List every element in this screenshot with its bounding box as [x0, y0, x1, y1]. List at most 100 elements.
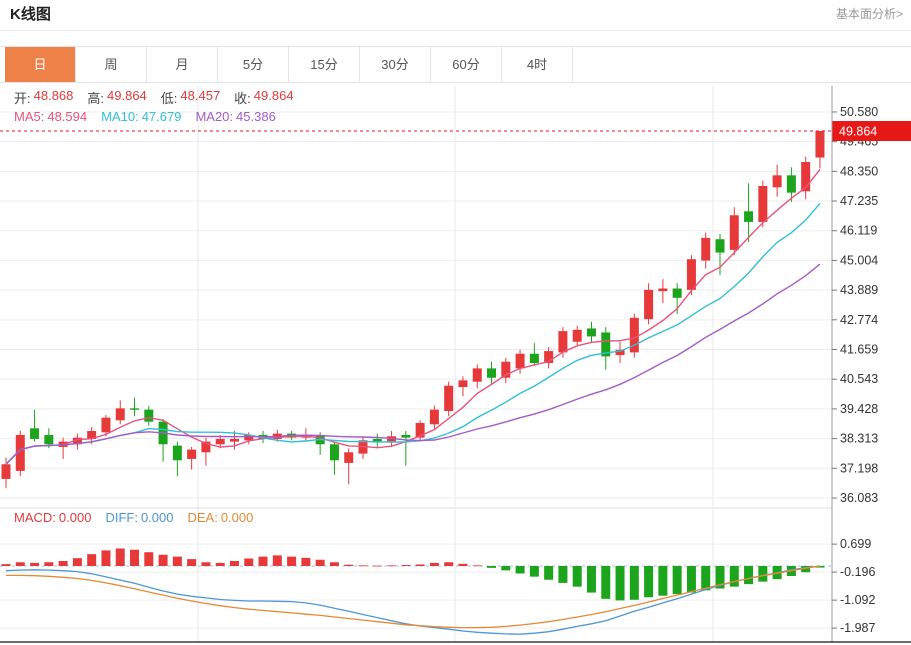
price-axis-label: 42.774: [840, 313, 878, 327]
macd-bar: [316, 560, 325, 566]
candle: [216, 439, 225, 444]
macd-bar: [673, 566, 682, 594]
macd-histogram-group: [2, 548, 825, 600]
ma10-label: MA10:: [101, 109, 139, 124]
macd-axis-label: -1.987: [840, 621, 875, 635]
price-axis-label: 46.119: [840, 224, 877, 238]
fundamental-analysis-link[interactable]: 基本面分析>: [836, 0, 903, 28]
macd-bar: [387, 565, 396, 566]
macd-bar: [244, 558, 253, 566]
open-label: 开:: [14, 88, 31, 107]
tab-4hour[interactable]: 4时: [502, 47, 573, 82]
low-quote: 低:48.457: [161, 88, 220, 107]
macd-bar: [558, 566, 567, 583]
open-value: 48.868: [34, 88, 74, 107]
candle: [758, 186, 767, 222]
macd-bar: [201, 562, 210, 566]
macd-bar: [259, 557, 268, 566]
ma20-label: MA20:: [195, 109, 233, 124]
candle: [130, 408, 139, 409]
tab-month[interactable]: 月: [147, 47, 218, 82]
macd-bar: [359, 565, 368, 566]
macd-bar: [416, 564, 425, 566]
macd-bar: [458, 564, 467, 566]
candle: [187, 450, 196, 459]
macd-bar: [530, 566, 539, 577]
period-tab-bar: 日周月5分15分30分60分4时: [0, 46, 911, 83]
ma5-line: [6, 169, 820, 464]
macd-bar: [430, 563, 439, 566]
high-quote: 高:49.864: [87, 88, 146, 107]
macd-axis-label: 0.699: [840, 537, 871, 551]
chart-area: 50.58049.46548.35047.23546.11945.00443.8…: [0, 86, 911, 645]
close-label: 收:: [234, 88, 251, 107]
candle: [815, 131, 824, 158]
candle: [773, 175, 782, 187]
ma-bar: MA5:48.594 MA10:47.679 MA20:45.386: [14, 109, 276, 124]
candle: [458, 380, 467, 387]
macd-bar: [744, 566, 753, 584]
macd-bar: [373, 566, 382, 567]
tab-week[interactable]: 周: [76, 47, 147, 82]
macd-bar: [173, 557, 182, 566]
dea-label: DEA:: [187, 510, 217, 525]
tab-60min[interactable]: 60分: [431, 47, 502, 82]
macd-value: 0.000: [59, 510, 92, 525]
dea-line: [6, 566, 820, 628]
candle: [787, 175, 796, 192]
candle: [101, 418, 110, 433]
candle: [673, 289, 682, 298]
macd-bar: [16, 562, 25, 566]
candle: [2, 464, 11, 479]
close-value: 49.864: [254, 88, 294, 107]
macd-bar: [573, 566, 582, 587]
diff-quote: DIFF:0.000: [105, 510, 173, 525]
candle: [630, 318, 639, 353]
macd-label: MACD:: [14, 510, 56, 525]
macd-axis-label: -0.196: [840, 565, 875, 579]
price-axis-label: 47.235: [840, 194, 878, 208]
macd-bar: [2, 564, 11, 566]
macd-bar: [473, 565, 482, 566]
current-price-badge-value: 49.864: [839, 125, 877, 139]
macd-bar: [44, 562, 53, 566]
candle: [144, 410, 153, 422]
candle: [730, 215, 739, 250]
candle: [401, 435, 410, 438]
open-quote: 开:48.868: [14, 88, 73, 107]
macd-axis-label: -1.092: [840, 593, 875, 607]
price-axis-label: 50.580: [840, 105, 878, 119]
price-axis-label: 38.313: [840, 432, 878, 446]
candle: [430, 410, 439, 425]
page-header: K线图 基本面分析>: [0, 0, 911, 31]
low-label: 低:: [161, 88, 178, 107]
macd-bar: [401, 565, 410, 566]
kline-page: { "header": { "title": "K线图", "link_labe…: [0, 0, 911, 644]
macd-bar: [687, 566, 696, 593]
macd-bar: [101, 550, 110, 566]
price-axis-label: 45.004: [840, 253, 878, 267]
macd-bar: [116, 548, 125, 566]
candle: [344, 452, 353, 463]
macd-bar: [501, 566, 510, 570]
ohlc-bar: 开:48.868 高:49.864 低:48.457 收:49.864: [14, 88, 294, 107]
macd-bar: [144, 552, 153, 566]
kline-chart[interactable]: 50.58049.46548.35047.23546.11945.00443.8…: [0, 86, 911, 645]
macd-quote: MACD:0.000: [14, 510, 91, 525]
tab-30min[interactable]: 30分: [360, 47, 431, 82]
price-axis-label: 39.428: [840, 402, 878, 416]
tab-day[interactable]: 日: [5, 47, 76, 82]
diff-value: 0.000: [141, 510, 174, 525]
candle: [687, 259, 696, 290]
candle: [173, 446, 182, 461]
candle: [330, 444, 339, 460]
tab-15min[interactable]: 15分: [289, 47, 360, 82]
candle: [658, 289, 667, 292]
ma20-value: 45.386: [236, 109, 276, 124]
candle: [530, 354, 539, 363]
ma20-quote: MA20:45.386: [195, 109, 275, 124]
tab-5min[interactable]: 5分: [218, 47, 289, 82]
candle: [744, 211, 753, 222]
macd-bar: [630, 566, 639, 600]
candle: [487, 368, 496, 377]
